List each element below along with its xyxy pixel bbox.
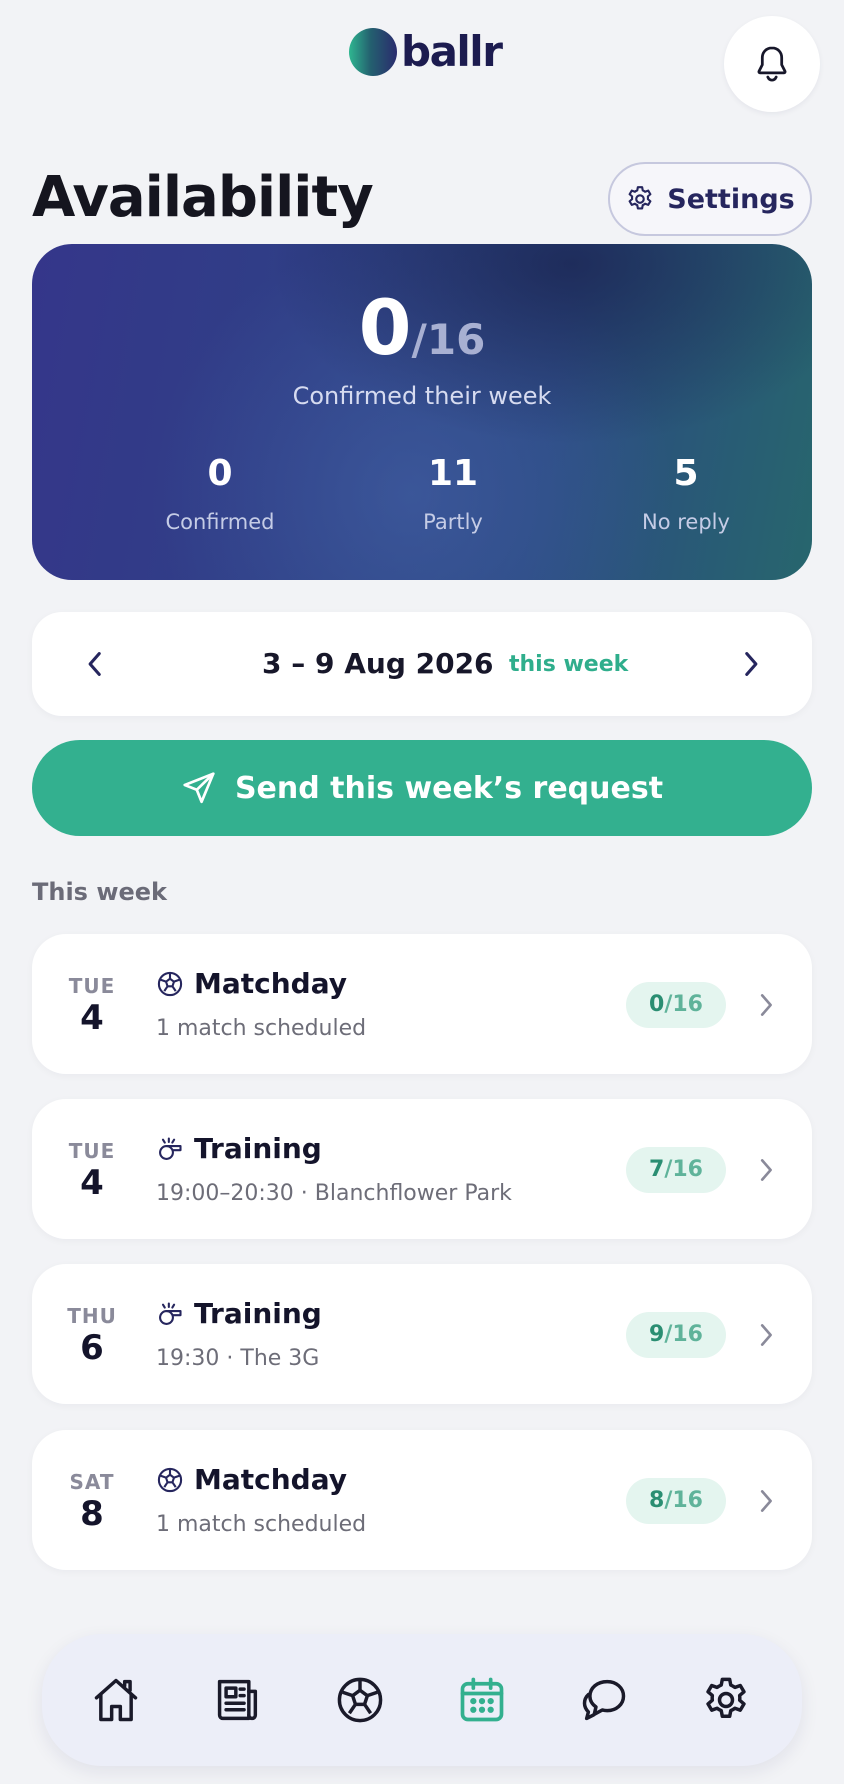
send-request-button[interactable]: Send this week’s request <box>32 740 812 836</box>
event-card[interactable]: TUE 4 Training 19:00–20:30 · Blanchflowe… <box>32 1099 812 1239</box>
summary-caption: Confirmed their week <box>292 382 552 410</box>
this-week-tag: this week <box>509 652 629 677</box>
event-day: 8 <box>80 1494 104 1534</box>
send-request-label: Send this week’s request <box>234 770 664 806</box>
football-icon <box>337 1677 383 1723</box>
stat-value: 11 <box>427 453 479 494</box>
chevron-right-icon <box>760 1324 772 1346</box>
chevron-right-icon <box>760 1490 772 1512</box>
calendar-icon <box>460 1677 504 1722</box>
send-icon <box>183 772 215 804</box>
available-count: 8 <box>649 1488 665 1513</box>
availability-summary-card: 0/16 Confirmed their week 0 Confirmed 11… <box>32 244 812 580</box>
whistle-icon <box>159 1137 182 1160</box>
available-count: 7 <box>649 1157 665 1182</box>
event-card[interactable]: SAT 8 Matchday 1 match scheduled 8/16 <box>32 1430 812 1570</box>
availability-badge: 0/16 <box>626 982 726 1028</box>
app-logo[interactable]: ballr <box>349 27 503 76</box>
logo-text: ballr <box>401 27 503 76</box>
open-event-button[interactable] <box>752 1155 782 1185</box>
top-bar: ballr <box>0 0 844 130</box>
event-card[interactable]: THU 6 Training 19:30 · The 3G 9/16 <box>32 1264 812 1404</box>
availability-badge: 8/16 <box>626 1478 726 1524</box>
notifications-button[interactable] <box>724 16 820 112</box>
settings-button[interactable]: Settings <box>608 162 812 236</box>
available-count: 0 <box>649 992 665 1017</box>
stat-no-reply: 5 No reply <box>586 452 786 534</box>
week-selector: 3 – 9 Aug 2026 this week <box>32 612 812 716</box>
stat-partly: 11 Partly <box>353 452 553 534</box>
event-title: Training <box>194 1132 322 1165</box>
gear-icon <box>706 1677 746 1718</box>
event-weekday: TUE <box>68 974 116 998</box>
stat-value: 5 <box>673 453 699 494</box>
squad-total: /16 <box>664 1488 703 1513</box>
chevron-right-icon <box>760 994 772 1016</box>
squad-total: /16 <box>664 992 703 1017</box>
stat-label: Partly <box>423 510 483 534</box>
event-subtitle: 1 match scheduled <box>156 1016 367 1041</box>
stat-value: 0 <box>207 453 233 494</box>
settings-button-label: Settings <box>667 183 795 215</box>
squad-total: /16 <box>664 1322 703 1347</box>
chevron-left-icon <box>88 652 101 676</box>
chevron-right-icon <box>745 652 758 676</box>
whistle-icon <box>159 1302 182 1325</box>
stat-label: Confirmed <box>165 510 275 534</box>
week-range: 3 – 9 Aug 2026 <box>262 647 494 680</box>
bottom-navigation <box>42 1634 802 1766</box>
event-title: Matchday <box>194 967 348 1000</box>
event-weekday: SAT <box>69 1470 115 1494</box>
event-title: Training <box>194 1297 322 1330</box>
availability-badge: 7/16 <box>626 1147 726 1193</box>
open-event-button[interactable] <box>752 1486 782 1516</box>
chevron-right-icon <box>760 1159 772 1181</box>
event-title: Matchday <box>194 1463 348 1496</box>
nav-home[interactable] <box>88 1672 144 1728</box>
stat-confirmed: 0 Confirmed <box>120 452 320 534</box>
football-icon <box>157 971 183 997</box>
confirmed-count: 0 <box>358 283 412 372</box>
football-icon <box>157 1467 183 1493</box>
news-icon <box>217 1679 258 1721</box>
previous-week-button[interactable] <box>72 642 116 686</box>
event-weekday: TUE <box>68 1139 116 1163</box>
confirmed-total: 0/16 <box>32 288 812 389</box>
nav-news[interactable] <box>210 1672 266 1728</box>
available-count: 9 <box>649 1322 665 1347</box>
gear-icon <box>628 186 652 210</box>
open-event-button[interactable] <box>752 1320 782 1350</box>
event-day: 4 <box>80 998 104 1038</box>
nav-chat[interactable] <box>576 1672 632 1728</box>
event-subtitle: 19:30 · The 3G <box>156 1346 320 1371</box>
stat-label: No reply <box>642 510 730 534</box>
event-day: 4 <box>80 1163 104 1203</box>
bell-icon <box>757 46 787 82</box>
open-event-button[interactable] <box>752 990 782 1020</box>
nav-settings[interactable] <box>698 1672 754 1728</box>
nav-matches[interactable] <box>332 1672 388 1728</box>
nav-availability[interactable] <box>454 1672 510 1728</box>
event-day: 6 <box>80 1328 104 1368</box>
squad-total: /16 <box>664 1157 703 1182</box>
logo-mark <box>349 28 397 76</box>
next-week-button[interactable] <box>730 642 774 686</box>
squad-total: /16 <box>411 315 486 364</box>
event-subtitle: 19:00–20:30 · Blanchflower Park <box>156 1181 512 1206</box>
section-title: This week <box>32 878 168 906</box>
page-title: Availability <box>32 165 374 230</box>
home-icon <box>94 1678 138 1722</box>
event-subtitle: 1 match scheduled <box>156 1512 367 1537</box>
chat-icon <box>582 1679 626 1721</box>
event-weekday: THU <box>67 1304 117 1328</box>
event-card[interactable]: TUE 4 Matchday 1 match scheduled 0/16 <box>32 934 812 1074</box>
availability-badge: 9/16 <box>626 1312 726 1358</box>
